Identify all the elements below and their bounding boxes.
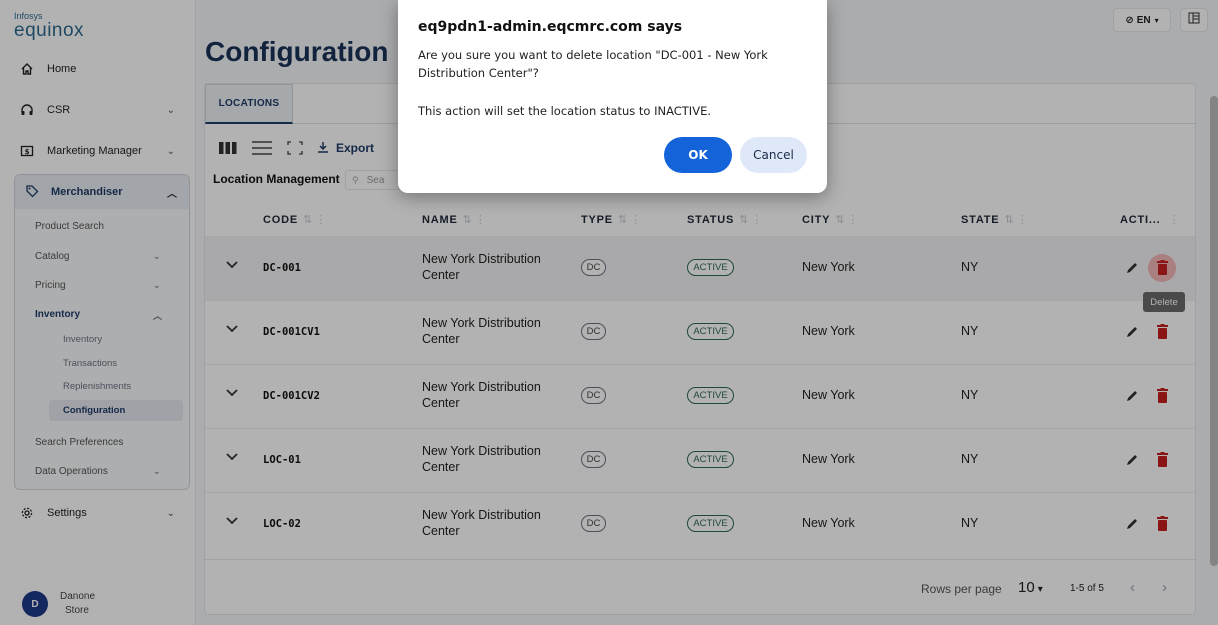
confirm-dialog: eq9pdn1-admin.eqcmrc.com says Are you su… [398, 0, 827, 193]
dialog-message-secondary: This action will set the location status… [418, 104, 711, 118]
dialog-title: eq9pdn1-admin.eqcmrc.com says [418, 19, 683, 35]
cancel-button[interactable]: Cancel [740, 137, 807, 173]
ok-button[interactable]: OK [664, 137, 732, 173]
dialog-message: Are you sure you want to delete location… [418, 48, 768, 80]
